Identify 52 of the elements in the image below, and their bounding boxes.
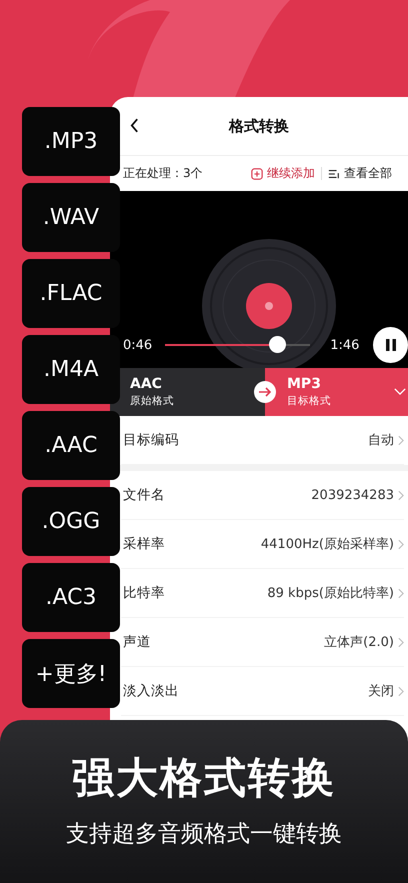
setting-label: 文件名: [123, 486, 165, 504]
settings-row[interactable]: 淡入淡出 关闭: [121, 667, 404, 716]
setting-label: 声道: [123, 633, 151, 651]
target-format-caption: 目标格式: [287, 394, 331, 408]
settings-row[interactable]: 比特率 89 kbps(原始比特率): [121, 569, 404, 618]
setting-label: 目标编码: [123, 431, 179, 449]
processing-count: 正在处理：3个: [123, 165, 204, 182]
setting-value: 89 kbps(原始比特率): [267, 585, 394, 602]
pause-button[interactable]: [373, 327, 408, 363]
setting-value: 44100Hz(原始采样率): [260, 536, 394, 553]
banner-title: 强大格式转换: [72, 752, 336, 804]
settings-row[interactable]: 目标编码 自动: [121, 416, 404, 465]
arrow-right-icon: [254, 381, 276, 403]
chevron-right-icon: [398, 434, 404, 446]
back-icon[interactable]: [130, 118, 139, 133]
chevron-right-icon: [398, 490, 404, 500]
chevron-right-icon: [398, 538, 404, 550]
setting-value: 关闭: [368, 683, 394, 700]
chevron-right-icon: [398, 588, 404, 598]
format-tile: .FLAC: [22, 259, 120, 328]
target-format: MP3: [287, 376, 321, 392]
settings-row[interactable]: 文件名 2039234283: [121, 471, 404, 520]
banner-subtitle: 支持超多音频格式一键转换: [66, 820, 342, 849]
duration-time: 1:46: [330, 338, 360, 352]
setting-value: 2039234283: [311, 488, 394, 502]
target-format-selector[interactable]: MP3 目标格式: [265, 368, 408, 416]
format-tile: .AAC: [22, 411, 120, 480]
screen-title: 格式转换: [229, 116, 289, 136]
format-tile: .AC3: [22, 563, 120, 632]
chevron-right-icon: [398, 636, 404, 648]
format-tile: .MP3: [22, 107, 120, 176]
source-format-caption: 原始格式: [130, 394, 174, 408]
settings-row[interactable]: 采样率 44100Hz(原始采样率): [121, 520, 404, 569]
setting-value: 立体声(2.0): [324, 634, 394, 651]
setting-label: 比特率: [123, 584, 165, 602]
chevron-right-icon: [398, 686, 404, 696]
setting-value: 自动: [368, 432, 394, 449]
source-format: AAC: [130, 376, 162, 392]
elapsed-time: 0:46: [123, 338, 154, 352]
setting-label: 采样率: [123, 535, 165, 553]
format-tile: +更多!: [22, 639, 120, 708]
setting-label: 淡入淡出: [123, 682, 179, 700]
format-tile: .WAV: [22, 183, 120, 252]
view-all-button[interactable]: 查看全部: [328, 165, 392, 182]
format-tile: .M4A: [22, 335, 120, 404]
pause-icon: [384, 338, 398, 352]
list-icon: [328, 168, 340, 180]
settings-row[interactable]: 声道 立体声(2.0): [121, 618, 404, 667]
add-more-button[interactable]: 继续添加: [251, 165, 315, 182]
chevron-down-icon: [394, 388, 406, 395]
format-tile: .OGG: [22, 487, 120, 556]
plus-icon: [251, 168, 263, 180]
